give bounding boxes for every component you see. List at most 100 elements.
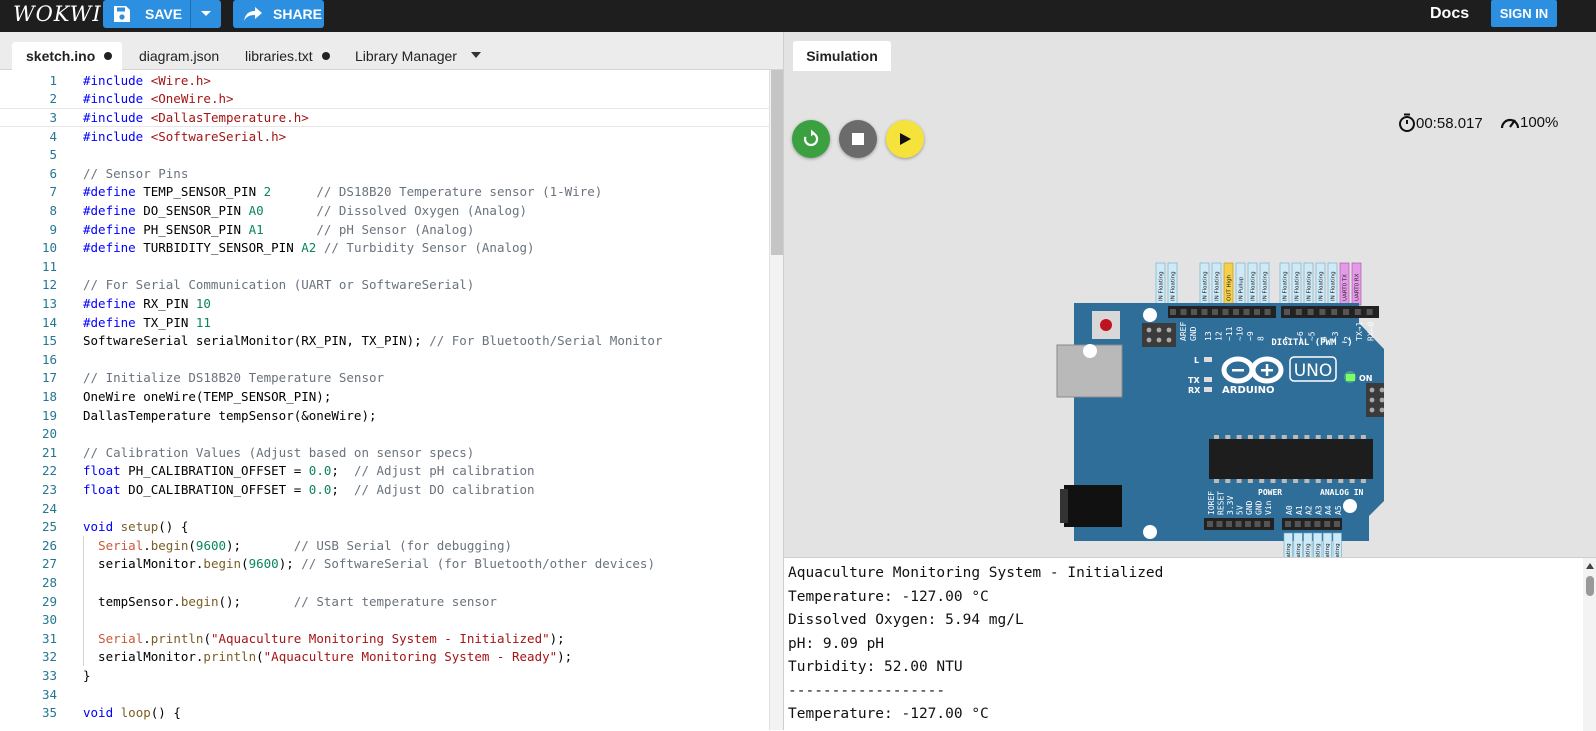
pin-state-tag-label: IN Floating <box>1263 271 1269 301</box>
play-button[interactable] <box>886 120 924 158</box>
code-line[interactable]: 14 #define TX_PIN 11 <box>0 313 770 332</box>
editor-scrollbar-thumb[interactable] <box>771 70 783 255</box>
indent-guide <box>83 536 84 667</box>
code-line[interactable]: 16 <box>0 350 770 369</box>
pin-state-tag-label: IN Floating <box>1319 271 1325 301</box>
line-number: 23 <box>41 481 57 497</box>
restart-icon <box>803 129 819 147</box>
code-line[interactable]: 22 float PH_CALIBRATION_OFFSET = 0.0; // … <box>0 462 770 481</box>
code-line[interactable]: 35 void loop() { <box>0 703 770 722</box>
serial-scrollbar[interactable] <box>1583 558 1596 731</box>
docs-link[interactable]: Docs <box>1430 5 1469 23</box>
code-line[interactable]: 24 <box>0 499 770 518</box>
code-line[interactable]: 2 #include <OneWire.h> <box>0 90 770 109</box>
code-line[interactable]: 7 #define TEMP_SENSOR_PIN 2 // DS18B20 Te… <box>0 183 770 202</box>
tab-sketch-ino[interactable]: sketch.ino <box>12 42 122 70</box>
chip-leg <box>1360 435 1366 439</box>
code-line[interactable]: 23 float DO_CALIBRATION_OFFSET = 0.0; // … <box>0 480 770 499</box>
line-number: 29 <box>41 593 57 609</box>
wokwi-logo[interactable]: WOKWI <box>13 2 102 26</box>
code-line[interactable]: 17 // Initialize DS18B20 Temperature Sens… <box>0 369 770 388</box>
code-line[interactable]: 18 OneWire oneWire(TEMP_SENSOR_PIN); <box>0 387 770 406</box>
code-line[interactable]: 1 #include <Wire.h> <box>0 71 770 90</box>
sign-in-button[interactable]: SIGN IN <box>1491 0 1557 27</box>
timer-value: 00:58.017 <box>1416 114 1483 132</box>
code-text: #define TX_PIN 11 <box>83 314 211 330</box>
scroll-up-arrow-icon[interactable] <box>1586 563 1594 569</box>
code-line[interactable]: 20 <box>0 424 770 443</box>
tab-simulation[interactable]: Simulation <box>793 41 891 71</box>
line-number: 35 <box>41 705 57 721</box>
code-line[interactable]: 26 Serial.begin(9600); // USB Serial (fo… <box>0 536 770 555</box>
serial-output-line: Aquaculture Monitoring System - Initiali… <box>788 565 1164 581</box>
code-line[interactable]: 33} <box>0 666 770 685</box>
code-line[interactable]: 3 #include <DallasTemperature.h> <box>0 108 770 127</box>
code-line[interactable]: 10 #define TURBIDITY_SENSOR_PIN A2 // Tur… <box>0 238 770 257</box>
digital-pin-label: TX→1 <box>1355 322 1364 341</box>
tabs-menu-caret-icon[interactable] <box>471 52 481 58</box>
tab-diagram-json[interactable]: diagram.json <box>139 42 219 70</box>
serial-scrollbar-thumb[interactable] <box>1586 576 1594 596</box>
header-pin <box>1245 521 1251 527</box>
code-text: Serial.println("Aquaculture Monitoring S… <box>98 630 565 646</box>
line-number: 13 <box>41 295 57 311</box>
code-editor[interactable]: 1 #include <Wire.h> 2 #include <OneWire.h> 3… <box>0 70 770 730</box>
code-line[interactable]: 4 #include <SoftwareSerial.h> <box>0 127 770 146</box>
code-line[interactable]: 27 serialMonitor.begin(9600); // Softwar… <box>0 555 770 574</box>
code-line[interactable]: 25 void setup() { <box>0 517 770 536</box>
code-line[interactable]: 34 <box>0 685 770 704</box>
code-line[interactable]: 8 #define DO_SENSOR_PIN A0 // Dissolved O… <box>0 201 770 220</box>
line-number: 26 <box>41 537 57 553</box>
editor-scrollbar[interactable] <box>769 70 783 730</box>
code-line[interactable]: 21 // Calibration Values (Adjust based on… <box>0 443 770 462</box>
restart-button[interactable] <box>792 120 830 158</box>
digital-pin-label: 8 <box>1257 336 1266 341</box>
code-line[interactable]: 29 tempSensor.begin(); // Start temperat… <box>0 592 770 611</box>
stop-button[interactable] <box>839 120 877 158</box>
line-number: 5 <box>49 147 57 163</box>
code-line[interactable]: 12 // For Serial Communication (UART or S… <box>0 276 770 295</box>
serial-output-line: Temperature: -127.00 °C <box>788 588 989 605</box>
code-line[interactable]: 15 SoftwareSerial serialMonitor(RX_PIN, T… <box>0 331 770 350</box>
code-line[interactable]: 32 serialMonitor.println("Aquaculture Mo… <box>0 648 770 667</box>
header-pin <box>1285 521 1291 527</box>
serial-output-line: Turbidity: 52.00 NTU <box>788 659 963 675</box>
line-number: 2 <box>49 91 57 107</box>
chip-leg <box>1304 435 1310 439</box>
code-line[interactable]: 19 DallasTemperature tempSensor(&oneWire)… <box>0 406 770 425</box>
simulation-canvas[interactable]: 00:58.017 100% IN Floating IN Floating IN … <box>784 71 1596 576</box>
save-dropdown-button[interactable] <box>191 0 221 28</box>
code-line[interactable]: 13 #define RX_PIN 10 <box>0 294 770 313</box>
rx-led <box>1204 387 1212 392</box>
pin-state-tag-label: IN Floating <box>1295 271 1301 301</box>
digital-pin-label: ~9 <box>1246 331 1255 341</box>
code-text: float PH_CALIBRATION_OFFSET = 0.0; // Ad… <box>83 463 535 479</box>
code-line[interactable]: 30 <box>0 610 770 629</box>
save-button[interactable]: SAVE <box>103 0 191 28</box>
tab-library-manager[interactable]: Library Manager <box>355 42 457 70</box>
chip-leg <box>1259 435 1265 439</box>
code-line[interactable]: 5 <box>0 145 770 164</box>
line-number: 19 <box>41 407 57 423</box>
pin-state-tag-label: IN Floating <box>1251 271 1257 301</box>
chip-leg <box>1281 479 1287 483</box>
chip-leg <box>1315 435 1321 439</box>
code-line[interactable]: 9 #define PH_SENSOR_PIN A1 // pH Sensor (… <box>0 220 770 239</box>
share-button[interactable]: SHARE <box>233 0 324 28</box>
arduino-uno-board[interactable]: IN Floating IN Floating IN Floating IN Floa… <box>1054 261 1384 581</box>
serial-monitor[interactable]: Aquaculture Monitoring System - Initiali… <box>784 557 1596 731</box>
code-line[interactable]: 31 Serial.println("Aquaculture Monitorin… <box>0 629 770 648</box>
code-line[interactable]: 11 <box>0 257 770 276</box>
serial-output-line: Temperature: -127.00 °C <box>788 706 989 722</box>
simulation-panel: Simulation 00:58.017 100% IN Floating IN … <box>783 32 1596 731</box>
line-number: 15 <box>41 333 57 349</box>
tab-libraries-txt[interactable]: libraries.txt <box>245 42 330 70</box>
power-pin-label: GND <box>1245 500 1254 515</box>
tx-led <box>1204 377 1212 382</box>
header-pin <box>1366 309 1373 315</box>
header-pin <box>1170 309 1176 315</box>
code-line[interactable]: 28 <box>0 573 770 592</box>
reset-button-cap[interactable] <box>1100 319 1112 331</box>
code-line[interactable]: 6 // Sensor Pins <box>0 164 770 183</box>
line-number: 4 <box>49 128 57 144</box>
